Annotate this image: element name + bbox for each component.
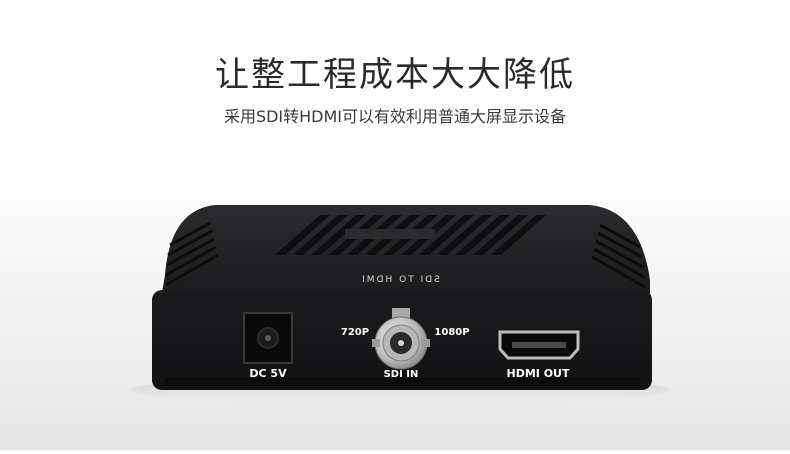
bnc-720p-label: 720P bbox=[341, 327, 369, 338]
hdmi-port-pins bbox=[512, 342, 566, 348]
sdi-to-hdmi-converter: SDI TO HDMI DC 5V 720P 1080P SDI IN HDMI… bbox=[130, 205, 670, 404]
header: 让整工程成本大大降低 采用SDI转HDMI可以有效利用普通大屏显示设备 bbox=[0, 55, 790, 127]
bnc-1080p-label: 1080P bbox=[434, 327, 469, 338]
bnc-sdi-in-label: SDI IN bbox=[384, 369, 419, 380]
device-top-text: SDI TO HDMI bbox=[360, 275, 440, 285]
bnc-left-lug bbox=[372, 339, 380, 347]
h-vent-crossbar bbox=[345, 229, 435, 239]
dc-power-label: DC 5V bbox=[249, 367, 287, 380]
product-photo: SDI TO HDMI DC 5V 720P 1080P SDI IN HDMI… bbox=[0, 185, 790, 450]
bnc-center-pin bbox=[398, 340, 404, 346]
headline: 让整工程成本大大降低 bbox=[215, 55, 575, 95]
hdmi-out-label: HDMI OUT bbox=[507, 367, 570, 380]
subheadline: 采用SDI转HDMI可以有效利用普通大屏显示设备 bbox=[223, 107, 567, 126]
bnc-right-lug bbox=[422, 339, 430, 347]
dc-power-pin bbox=[265, 335, 271, 341]
